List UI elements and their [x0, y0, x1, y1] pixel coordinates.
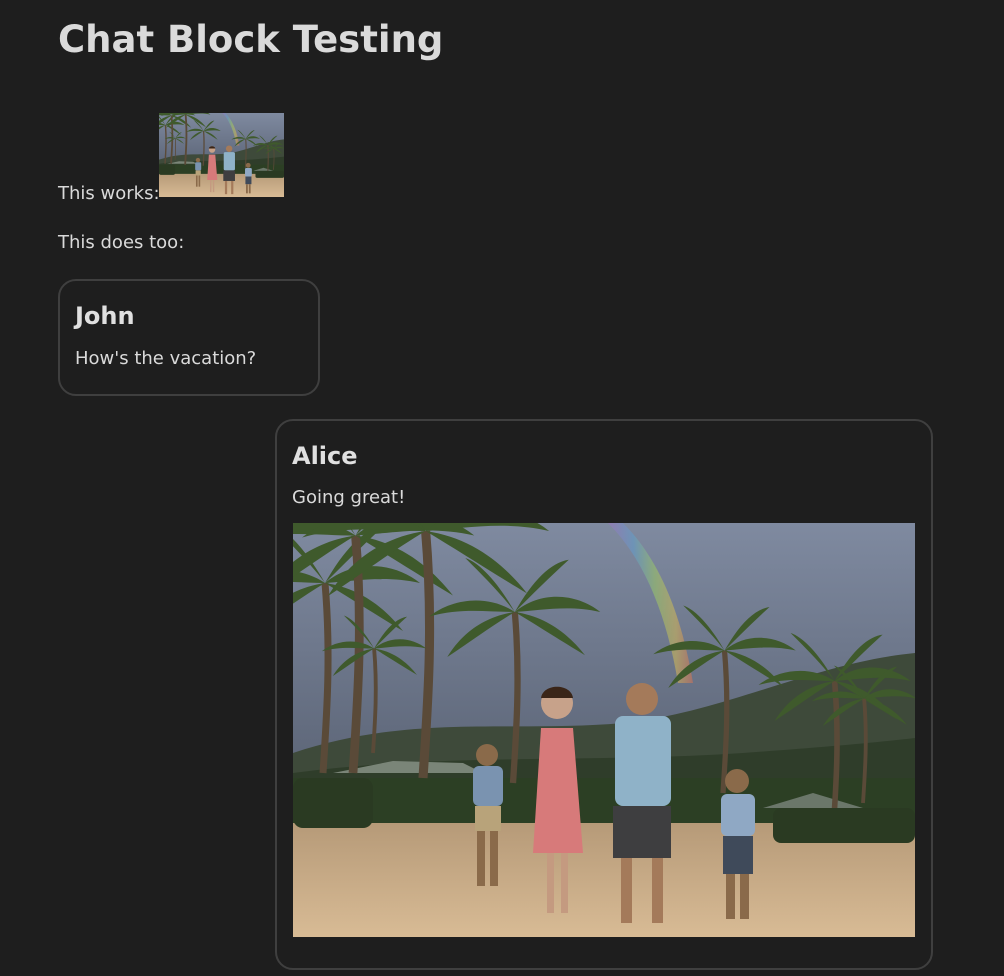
chat-message-text: How's the vacation?: [75, 348, 257, 369]
chat-bubble-alice: Alice Going great!: [275, 419, 933, 970]
chat-message-text: Going great!: [292, 487, 406, 508]
inline-image-line: This works:: [58, 113, 458, 204]
second-line-text: This does too:: [58, 232, 185, 253]
family-beach-photo[interactable]: [293, 523, 915, 937]
chat-sender-name: John: [75, 302, 135, 330]
chat-bubble-john: John How's the vacation?: [58, 279, 320, 396]
page-title: Chat Block Testing: [58, 18, 444, 61]
inline-image-label: This works:: [58, 183, 160, 204]
family-beach-photo-thumbnail[interactable]: [159, 113, 284, 197]
chat-sender-name: Alice: [292, 442, 358, 470]
